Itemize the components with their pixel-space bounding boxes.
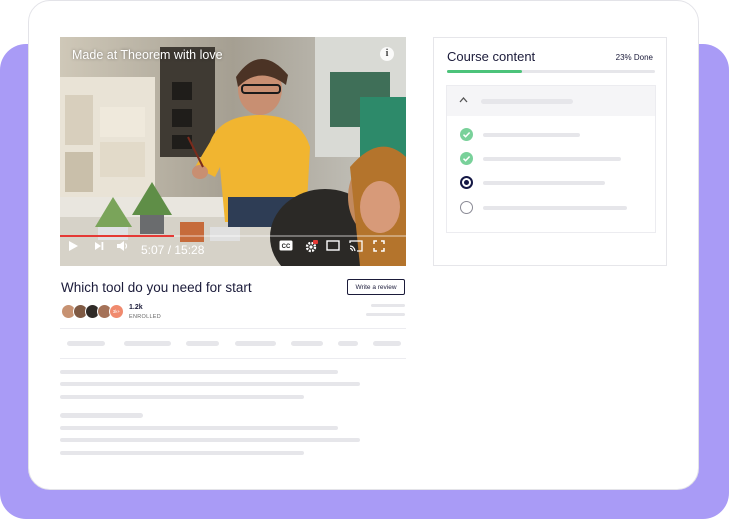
course-section [446, 85, 656, 233]
tab-placeholder[interactable] [124, 341, 171, 346]
heading-placeholder [60, 413, 143, 418]
course-content-panel: Course content 23% Done [433, 37, 667, 266]
text-placeholder-line [60, 451, 304, 455]
miniplayer-icon[interactable] [326, 240, 342, 260]
text-placeholder-line [60, 426, 338, 430]
tab-placeholder[interactable] [291, 341, 323, 346]
text-placeholder-line [60, 438, 360, 442]
captions-icon[interactable]: CC [279, 240, 295, 260]
lesson-item[interactable] [447, 128, 655, 142]
video-progress-fill [60, 235, 175, 237]
course-content-title: Course content [447, 49, 536, 64]
tab-placeholder[interactable] [186, 341, 219, 346]
play-icon[interactable] [67, 240, 83, 260]
tab-placeholder[interactable] [373, 341, 401, 346]
video-frame-illustration [60, 37, 406, 266]
course-progress-bar [447, 70, 655, 73]
video-time: 5:07 / 15:28 [141, 243, 205, 257]
lesson-item[interactable] [447, 201, 655, 215]
text-placeholder-line [60, 370, 338, 374]
lesson-title-placeholder [483, 157, 621, 161]
divider [60, 328, 406, 329]
course-progress-fill [447, 70, 522, 73]
lesson-item[interactable] [447, 152, 655, 166]
lesson-title-placeholder [483, 206, 627, 210]
divider [60, 358, 406, 359]
lesson-title-placeholder [483, 181, 605, 185]
check-icon [460, 128, 473, 141]
lesson-title-placeholder [483, 133, 580, 137]
progress-label: 23% Done [615, 53, 653, 62]
incomplete-lesson-icon [460, 201, 473, 214]
volume-icon[interactable] [116, 240, 132, 260]
tab-placeholder[interactable] [235, 341, 276, 346]
text-placeholder-line [60, 382, 360, 386]
lesson-item[interactable] [447, 176, 655, 190]
text-placeholder-line [60, 395, 304, 399]
fullscreen-icon[interactable] [373, 240, 389, 260]
tab-placeholder[interactable] [338, 341, 358, 346]
chevron-up-icon [459, 97, 468, 103]
placeholder-bar [371, 304, 405, 307]
video-title: Made at Theorem with love [72, 48, 223, 62]
section-title-placeholder [481, 99, 573, 104]
video-player[interactable]: Made at Theorem with love i 5:07 / 15:28… [60, 37, 406, 266]
write-review-button[interactable]: Write a review [347, 279, 405, 295]
placeholder-bar [366, 313, 405, 316]
enrolled-count: 1.2k [129, 304, 143, 311]
settings-icon[interactable] [304, 240, 322, 260]
current-lesson-icon [460, 176, 473, 189]
enrolled-label: ENROLLED [129, 314, 162, 320]
info-icon[interactable]: i [380, 47, 394, 61]
tab-placeholder[interactable] [67, 341, 105, 346]
section-header[interactable] [447, 86, 655, 116]
cast-icon[interactable] [349, 240, 365, 260]
video-controls: 5:07 / 15:28 CC [60, 240, 406, 264]
check-icon [460, 152, 473, 165]
skip-next-icon[interactable] [93, 240, 109, 260]
video-progress-bar[interactable] [60, 235, 406, 237]
course-title: Which tool do you need for start [61, 280, 252, 295]
avatar-more-badge: 3k+ [109, 304, 124, 319]
svg-text:CC: CC [282, 244, 291, 250]
